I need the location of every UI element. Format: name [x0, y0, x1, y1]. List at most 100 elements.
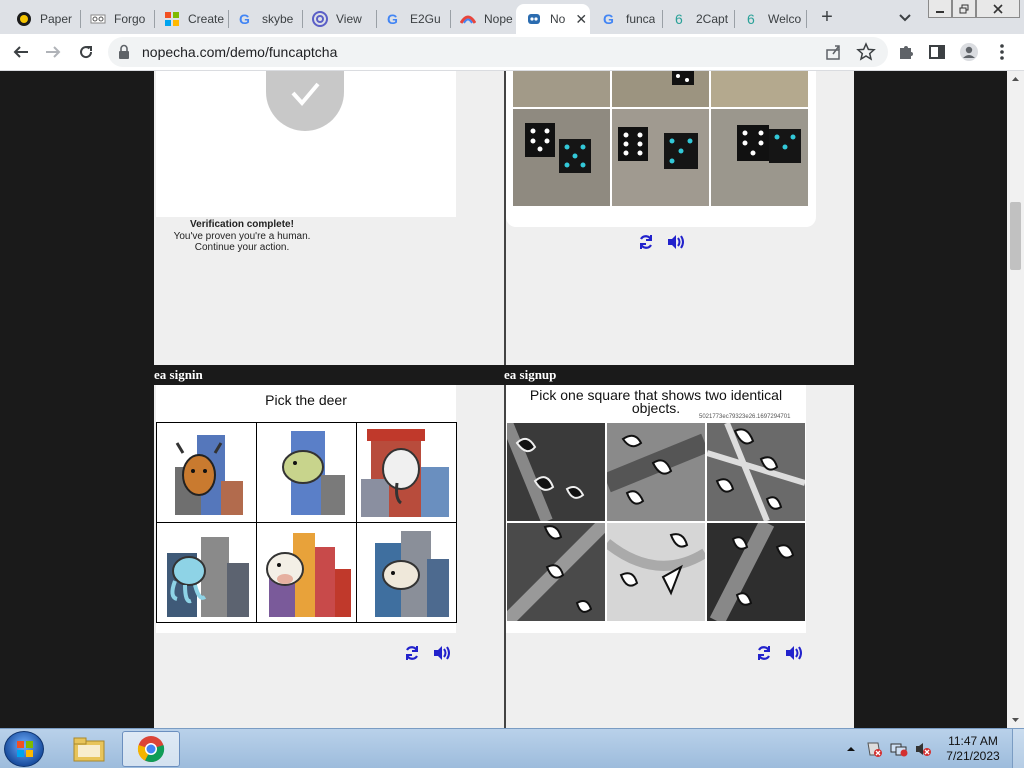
signup-tile-6[interactable] [707, 523, 805, 621]
dice-tile-2[interactable] [612, 109, 709, 206]
tab-skybe[interactable]: G skybe [228, 4, 300, 34]
reload-button[interactable] [74, 40, 98, 64]
signin-tile-4[interactable] [157, 523, 256, 622]
bookmark-star-icon[interactable] [856, 42, 876, 67]
show-hidden-icons[interactable] [846, 743, 856, 757]
tab-title: Nope [484, 12, 513, 26]
svg-text:G: G [387, 11, 398, 27]
dice-tile-top-1[interactable] [513, 71, 610, 107]
refresh-icon[interactable] [756, 645, 772, 666]
tab-welco[interactable]: 6 Welco [734, 4, 804, 34]
tab-title: Welco [768, 12, 802, 26]
signin-tile-2[interactable] [257, 423, 356, 522]
svg-text:6: 6 [675, 11, 683, 27]
dice-tile-3[interactable] [711, 109, 808, 206]
tab-title: Paper [40, 12, 73, 26]
signup-tile-4[interactable] [507, 523, 605, 621]
svg-text:6: 6 [747, 11, 755, 27]
extensions-button[interactable] [894, 40, 918, 64]
side-panel-button[interactable] [925, 40, 949, 64]
vertical-scrollbar[interactable] [1007, 71, 1024, 728]
dice-tile-top-2[interactable] [612, 71, 709, 107]
tab-separator [806, 10, 807, 28]
back-button[interactable] [9, 40, 33, 64]
audio-icon[interactable] [666, 234, 686, 255]
restore-button[interactable] [952, 0, 976, 18]
clock-date: 7/21/2023 [946, 749, 1000, 763]
tab-title: 2Capt [696, 12, 729, 26]
tab-title: skybe [262, 12, 294, 26]
chevron-up-icon [847, 747, 855, 751]
robot-icon [526, 11, 542, 27]
section-label-signup: ea signup [504, 367, 557, 382]
start-button[interactable] [4, 731, 44, 767]
address-bar[interactable]: nopecha.com/demo/funcaptcha [108, 37, 888, 67]
windows-icon [164, 11, 180, 27]
show-desktop-button[interactable] [1012, 729, 1024, 768]
action-center-icon[interactable] [866, 741, 882, 760]
close-icon[interactable]: ✕ [575, 11, 587, 28]
tab-2capt[interactable]: 6 2Capt [662, 4, 732, 34]
signup-image-grid [507, 423, 805, 621]
profile-button[interactable] [957, 40, 981, 64]
signup-tile-3[interactable] [707, 423, 805, 521]
google-icon: G [386, 11, 402, 27]
signup-cell: Pick one square that shows two identical… [506, 385, 854, 728]
captcha-icon: 6 [744, 11, 760, 27]
signin-tile-1[interactable] [157, 423, 256, 522]
dice-tile-1[interactable] [513, 109, 610, 206]
signup-controls [756, 645, 804, 666]
tab-nope[interactable]: Nope [450, 4, 522, 34]
signup-tile-5[interactable] [607, 523, 705, 621]
taskbar-file-explorer[interactable] [60, 731, 118, 767]
tab-funca[interactable]: G funca [592, 4, 660, 34]
audio-icon[interactable] [784, 645, 804, 666]
tab-paper[interactable]: Paper [6, 4, 78, 34]
tab-view[interactable]: View [302, 4, 374, 34]
checkmark-circle [266, 71, 344, 131]
restore-icon [959, 4, 969, 13]
dice-controls [638, 234, 686, 255]
page-viewport: Verification complete! You've proven you… [0, 71, 1024, 728]
scrollbar-thumb[interactable] [1010, 202, 1021, 270]
tab-create[interactable]: Create [154, 4, 226, 34]
network-icon[interactable] [890, 741, 908, 760]
nopecha-icon [460, 11, 476, 27]
at-icon [312, 11, 328, 27]
clock-time: 11:47 AM [948, 734, 998, 748]
signin-tile-6[interactable] [357, 523, 456, 622]
forgot-icon [90, 11, 106, 27]
taskbar-chrome[interactable] [122, 731, 180, 767]
share-icon[interactable] [824, 42, 844, 67]
minimize-button[interactable] [928, 0, 952, 18]
page-body: Verification complete! You've proven you… [154, 71, 854, 728]
signin-prompt: Pick the deer [265, 392, 347, 408]
close-window-icon [993, 3, 1003, 14]
forward-button[interactable] [41, 40, 65, 64]
signin-cell: Pick the deer [154, 385, 504, 728]
refresh-icon[interactable] [638, 234, 654, 255]
signup-tile-1[interactable] [507, 423, 605, 521]
tab-nopecha-active[interactable]: No ✕ [516, 4, 590, 34]
signin-tile-5[interactable] [257, 523, 356, 622]
scroll-down-icon[interactable] [1007, 714, 1024, 726]
refresh-icon[interactable] [404, 645, 420, 666]
menu-button[interactable] [990, 40, 1014, 64]
tab-e2gu[interactable]: G E2Gu [376, 4, 448, 34]
audio-icon[interactable] [432, 645, 452, 666]
puzzle-icon [900, 46, 913, 59]
chrome-icon [137, 736, 165, 763]
new-tab-button[interactable]: + [817, 6, 837, 29]
side-panel-icon [929, 45, 945, 59]
close-window-button[interactable] [976, 0, 1020, 18]
signup-tile-2[interactable] [607, 423, 705, 521]
dice-tile-top-3[interactable] [711, 71, 808, 107]
scroll-up-icon[interactable] [1007, 73, 1024, 85]
volume-muted-icon[interactable] [914, 741, 932, 760]
chevron-down-icon [899, 14, 911, 22]
avatar-icon [960, 43, 978, 61]
taskbar-clock[interactable]: 11:47 AM 7/21/2023 [940, 734, 1006, 764]
tab-search-button[interactable] [896, 8, 914, 26]
tab-forgot[interactable]: Forgo [80, 4, 152, 34]
signin-tile-3[interactable] [357, 423, 456, 522]
